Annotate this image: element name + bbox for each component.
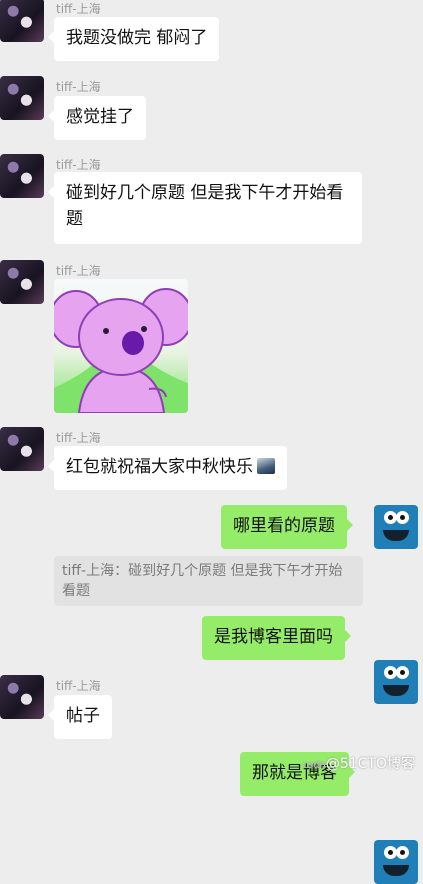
incoming-message-bubble[interactable]: 我题没做完 郁闷了 [47,17,220,61]
picture-emoji-icon [257,458,275,474]
cookie-monster-avatar-icon[interactable] [374,505,418,549]
sender-name: tiff-上海 [56,158,101,172]
incoming-message-bubble[interactable]: 感觉挂了 [48,96,146,140]
outgoing-message-bubble[interactable]: 是我博客里面吗 [202,616,351,660]
sender-name: tiff-上海 [56,679,101,693]
watermark-prefix: csdn [302,760,326,771]
contact-avatar[interactable] [0,154,44,198]
message-text: 帖子 [66,706,100,726]
koala-sticker-image [54,288,188,413]
incoming-message-bubble[interactable]: 红包就祝福大家中秋快乐 [48,446,287,490]
message-text: 我题没做完 郁闷了 [66,28,208,48]
incoming-message-bubble[interactable]: 帖子 [48,695,112,739]
quoted-message[interactable]: tiff-上海：碰到好几个原题 但是我下午才开始看题 [54,556,363,606]
sender-name: tiff-上海 [56,2,101,16]
outgoing-message-bubble[interactable]: 哪里看的原题 [221,505,353,549]
message-text: 感觉挂了 [66,107,134,127]
cookie-monster-avatar-icon[interactable] [374,660,418,704]
contact-avatar[interactable] [0,675,44,719]
message-text: 是我博客里面吗 [214,627,333,647]
koala-sticker[interactable] [54,279,188,413]
contact-avatar[interactable] [0,0,44,42]
message-text: 红包就祝福大家中秋快乐 [66,457,253,477]
sender-name: tiff-上海 [56,80,101,94]
message-text: 哪里看的原题 [233,516,335,536]
chat-thread: tiff-上海 我题没做完 郁闷了 tiff-上海 感觉挂了 tiff-上海 碰… [0,0,423,884]
quoted-message-text: tiff-上海：碰到好几个原题 但是我下午才开始看题 [62,563,343,599]
contact-avatar[interactable] [0,427,44,471]
watermark: csdn@51CTO博客 [302,753,415,773]
cookie-monster-avatar-icon[interactable] [374,840,418,884]
watermark-text: @51CTO博客 [325,756,415,772]
contact-avatar[interactable] [0,76,44,120]
sender-name: tiff-上海 [56,264,101,278]
incoming-message-bubble[interactable]: 碰到好几个原题 但是我下午才开始看题 [48,172,362,244]
sender-name: tiff-上海 [56,431,101,445]
message-text: 碰到好几个原题 但是我下午才开始看题 [66,183,344,229]
contact-avatar[interactable] [0,260,44,304]
